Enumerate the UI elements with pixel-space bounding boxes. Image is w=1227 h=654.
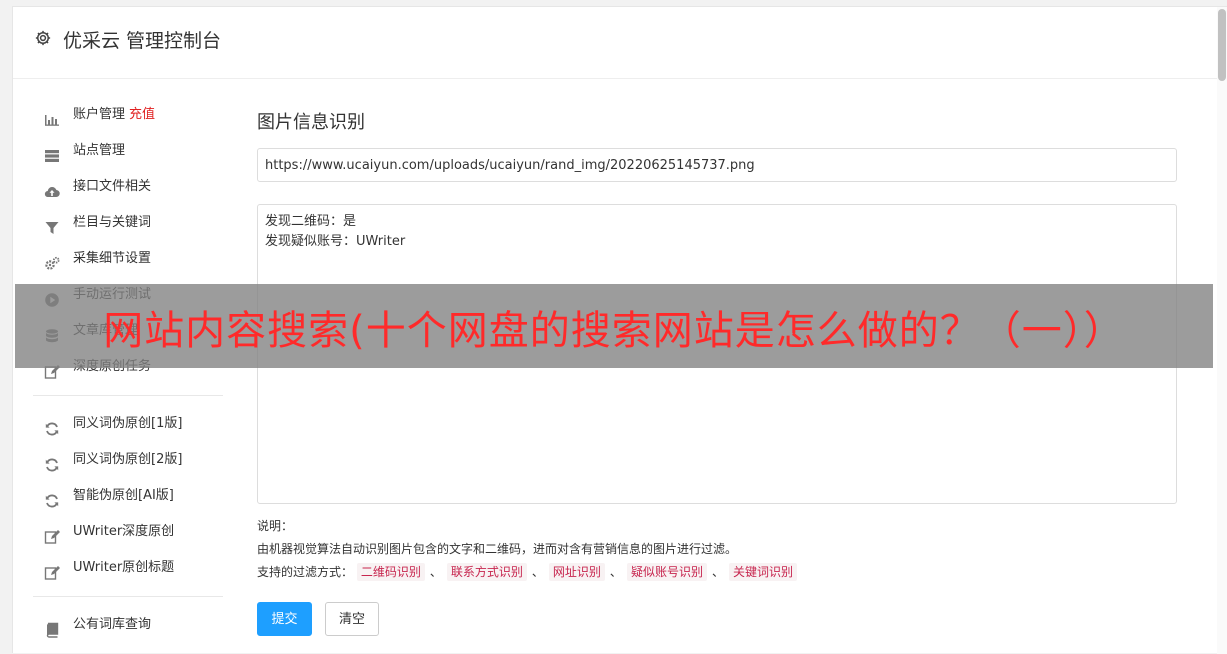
- scrollbar-thumb[interactable]: [1218, 9, 1226, 81]
- edit-icon: [44, 524, 61, 544]
- cloud-upload-icon: [44, 179, 61, 198]
- sidebar-item-text: 公有词库查询: [73, 617, 152, 632]
- sidebar-item-label: UWriter深度原创: [73, 514, 174, 550]
- sidebar-item-text: 账户管理: [73, 107, 126, 122]
- sidebar-item-text: UWriter深度原创: [73, 524, 175, 539]
- section-title: 图片信息识别: [257, 112, 365, 133]
- tag-separator: 、: [609, 565, 622, 579]
- sidebar-item-text: 采集细节设置: [73, 251, 152, 266]
- page-title: 优采云 管理控制台: [63, 30, 222, 52]
- bar-chart-icon: [44, 107, 61, 126]
- sidebar-item[interactable]: 同义词伪原创[1版]: [13, 406, 223, 442]
- sidebar-item-label: 栏目与关键词: [73, 205, 151, 241]
- sidebar-item[interactable]: 智能伪原创[AI版]: [13, 478, 223, 514]
- filter-icon: [44, 215, 61, 234]
- filter-tag: 关键词识别: [728, 563, 797, 581]
- sidebar-item-text: 接口文件相关: [73, 179, 152, 194]
- filter-tag: 网址识别: [548, 563, 605, 581]
- description-title: 说明：: [257, 519, 294, 533]
- sidebar-item-text: UWriter原创标题: [73, 560, 175, 575]
- overlay-banner: 网站内容搜索(十个网盘的搜索网站是怎么做的？（一））: [15, 284, 1213, 368]
- sidebar-item-label: 接口文件相关: [73, 169, 151, 205]
- tag-separator: 、: [429, 565, 442, 579]
- scrollbar[interactable]: [1217, 7, 1227, 654]
- sidebar-item-text: 栏目与关键词: [73, 215, 152, 230]
- sidebar-item-label: UWriter原创标题: [73, 550, 174, 586]
- sidebar-item-label: 同义词伪原创[2版]: [73, 442, 182, 478]
- sidebar-item-label: 智能伪原创[AI版]: [73, 478, 174, 514]
- filter-tag: 二维码识别: [356, 563, 425, 581]
- edit-icon: [44, 560, 61, 580]
- sidebar-item[interactable]: 站点管理: [13, 133, 223, 169]
- banner-title: 网站内容搜索(十个网盘的搜索网站是怎么做的？（一））: [103, 308, 1125, 354]
- sidebar-divider: [33, 596, 223, 597]
- tag-separator: 、: [531, 565, 544, 579]
- sidebar-item[interactable]: 账户管理 充值: [13, 97, 223, 133]
- book-icon: [44, 617, 61, 638]
- image-url-input[interactable]: [257, 148, 1177, 182]
- sidebar-item[interactable]: UWriter原创标题: [13, 550, 223, 586]
- gear-icon: [35, 30, 51, 46]
- sidebar-item-text: 同义词伪原创[2版]: [73, 452, 183, 467]
- sidebar-item[interactable]: 栏目与关键词: [13, 205, 223, 241]
- description: 说明： 由机器视觉算法自动识别图片包含的文字和二维码，进而对含有营销信息的图片进…: [257, 515, 797, 584]
- sidebar-item[interactable]: 公有词库查询: [13, 607, 223, 643]
- sidebar-item[interactable]: 采集细节设置: [13, 241, 223, 277]
- filter-tag: 疑似账号识别: [626, 563, 707, 581]
- result-line: 发现疑似账号：UWriter: [265, 234, 406, 249]
- sidebar-item-label: 采集细节设置: [73, 241, 151, 277]
- refresh-icon: [44, 488, 61, 508]
- clear-button[interactable]: 清空: [325, 602, 379, 636]
- sidebar-item-label: 公有词库查询: [73, 607, 151, 643]
- sidebar-item-label: 同义词伪原创[1版]: [73, 406, 182, 442]
- recharge-link[interactable]: 充值: [129, 107, 155, 122]
- refresh-icon: [44, 416, 61, 436]
- sidebar: 账户管理充值站点管理接口文件相关栏目与关键词采集细节设置手动运行测试文章库管理深…: [13, 97, 223, 643]
- sidebar-item[interactable]: 同义词伪原创[2版]: [13, 442, 223, 478]
- filter-methods: 支持的过滤方式： 二维码识别、联系方式识别、网址识别、疑似账号识别、关键词识别: [257, 561, 797, 584]
- sidebar-item-text: 智能伪原创[AI版]: [73, 488, 174, 503]
- result-line: 发现二维码：是: [265, 214, 357, 229]
- sidebar-divider: [33, 395, 223, 396]
- gears-icon: [44, 251, 61, 270]
- filter-tag: 联系方式识别: [446, 563, 527, 581]
- refresh-icon: [44, 452, 61, 472]
- filter-label: 支持的过滤方式：: [257, 565, 354, 579]
- sidebar-item-label: 账户管理 充值: [73, 97, 155, 133]
- tag-separator: 、: [711, 565, 724, 579]
- sidebar-item-text: 同义词伪原创[1版]: [73, 416, 183, 431]
- sidebar-item[interactable]: UWriter深度原创: [13, 514, 223, 550]
- submit-button[interactable]: 提交: [257, 602, 312, 636]
- description-text: 由机器视觉算法自动识别图片包含的文字和二维码，进而对含有营销信息的图片进行过滤。: [257, 542, 738, 556]
- server-icon: [44, 143, 61, 162]
- sidebar-item[interactable]: 接口文件相关: [13, 169, 223, 205]
- sidebar-item-text: 站点管理: [73, 143, 126, 158]
- sidebar-item-label: 站点管理: [73, 133, 125, 169]
